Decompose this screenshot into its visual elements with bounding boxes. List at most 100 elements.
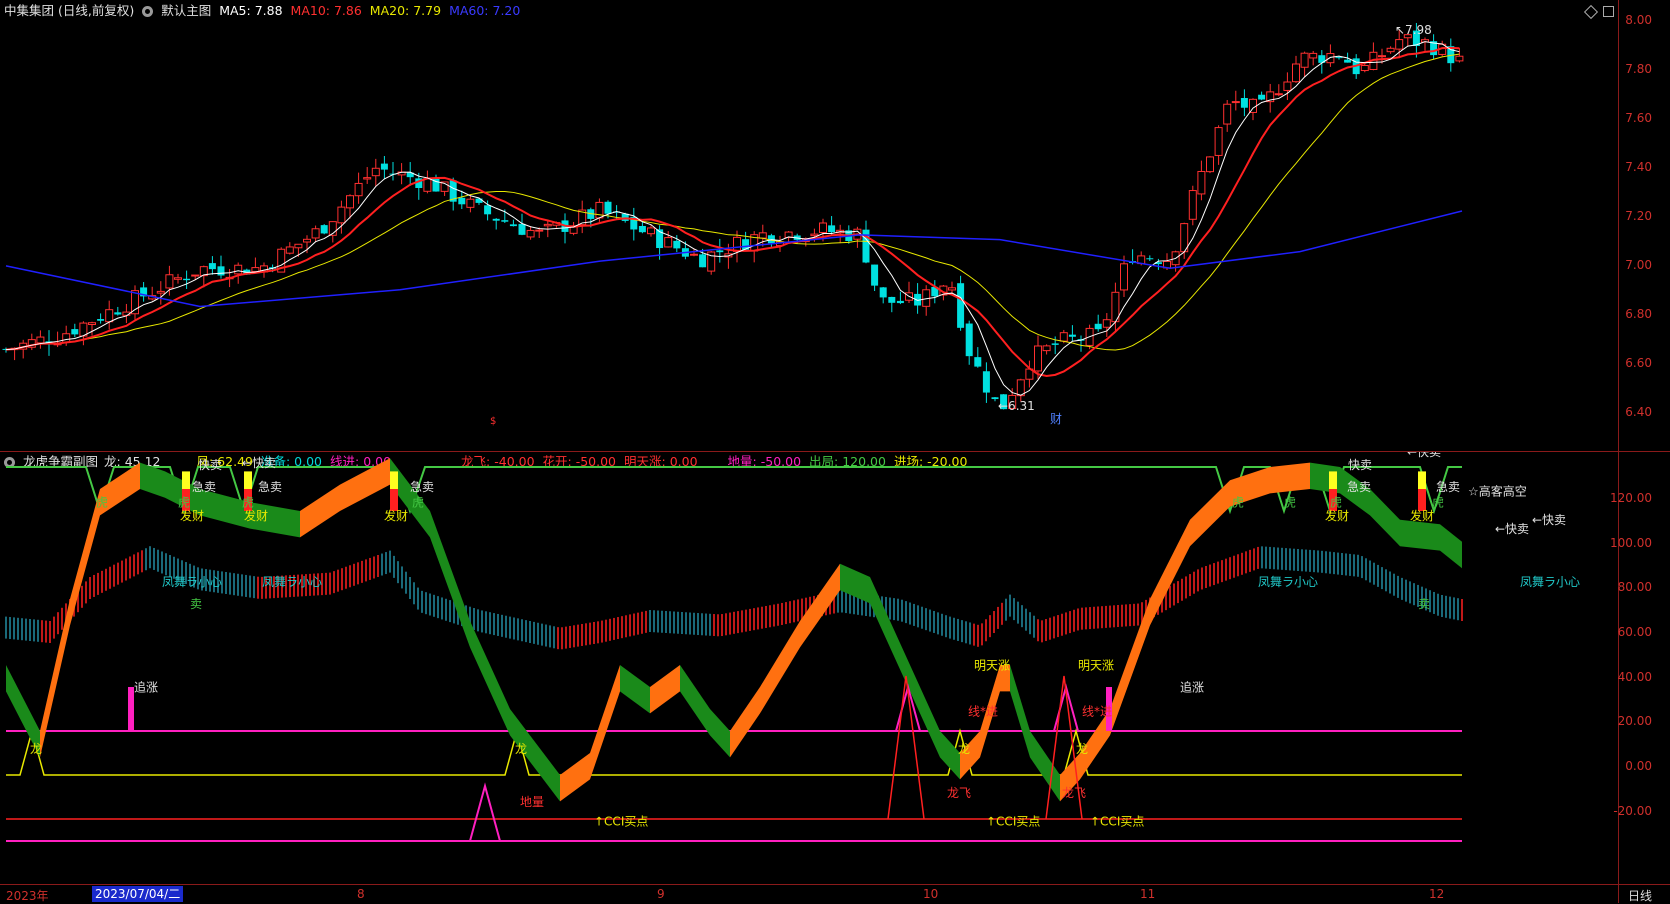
fast-ribbon-segment xyxy=(590,665,620,780)
candle-body-down xyxy=(97,319,105,321)
fast-ribbon-segment xyxy=(1370,489,1400,547)
fast-ribbon-segment xyxy=(730,687,760,758)
candle-body-up xyxy=(303,238,311,243)
price-tick: 6.80 xyxy=(1625,307,1652,321)
candle-body-up xyxy=(535,229,544,232)
candle-body-down xyxy=(492,218,500,221)
candle-body-down xyxy=(699,254,707,268)
zhuizhang-label: 追涨 xyxy=(134,679,158,694)
candle-body-up xyxy=(191,274,200,277)
candle-body-down xyxy=(957,283,965,328)
fast-ribbon-segment xyxy=(680,665,710,736)
cursor-date-box: 2023/07/04/二 xyxy=(92,886,184,902)
s-marker: $ xyxy=(490,416,496,427)
fast-ribbon-segment xyxy=(1010,665,1030,758)
candle-body-down xyxy=(518,223,526,235)
fengwu-label: 凤舞ラ小心 xyxy=(1258,575,1318,589)
candle-body-up xyxy=(311,228,320,239)
x-month-label: 8 xyxy=(357,887,365,901)
main-chart-svg[interactable]: ↖7.98 ←6.31 财 $ xyxy=(0,0,1618,451)
cci-buy-label: ↑CCI买点 xyxy=(986,815,1040,829)
candle-body-down xyxy=(1051,343,1059,345)
fast-ribbon-segment xyxy=(300,484,340,538)
candle-body-up xyxy=(690,253,698,256)
candle-body-down xyxy=(380,163,388,170)
fast-ribbon-segment xyxy=(710,709,730,758)
hu-label: 虎 xyxy=(1432,496,1444,510)
candle-body-up xyxy=(1214,127,1223,156)
fast-ribbon-segment xyxy=(470,621,510,736)
ma10-line xyxy=(5,46,1460,377)
candle-body-up xyxy=(948,287,956,291)
fast-ribbon-segment xyxy=(760,621,800,714)
fast-ribbon-segment xyxy=(430,511,470,648)
long-label: 龙 xyxy=(958,742,970,756)
candle-body-down xyxy=(1344,59,1352,63)
candle-body-down xyxy=(320,225,328,234)
candle-body-down xyxy=(879,287,887,298)
hu-label: 虎 xyxy=(96,496,108,510)
candle-body-down xyxy=(208,263,216,270)
candle-body-down xyxy=(1240,98,1248,108)
candle-body-down xyxy=(1335,57,1343,59)
high-price-annotation: ↖7.98 xyxy=(1395,23,1432,37)
fast-ribbon-segment xyxy=(560,753,590,802)
low-price-annotation: ←6.31 xyxy=(998,399,1035,413)
kuaimai-label: ←快卖 xyxy=(1495,522,1529,536)
hu-label: 虎 xyxy=(178,496,190,510)
candle-body-up xyxy=(1188,190,1197,220)
x-axis-border xyxy=(0,884,1670,885)
candle-body-up xyxy=(810,233,819,237)
long-label: 龙 xyxy=(1076,742,1088,756)
candle-body-up xyxy=(1283,81,1292,91)
fast-ribbon-segment xyxy=(1190,480,1230,547)
kuaimai-label: 快卖 xyxy=(1348,458,1372,472)
kuaimai-label: ←快卖 xyxy=(1532,513,1566,527)
candle-body-up xyxy=(165,274,174,289)
x-month-label: 11 xyxy=(1140,887,1156,901)
x-year-label: 2023年 xyxy=(6,889,49,903)
osc-tick: 0.00 xyxy=(1625,759,1652,773)
price-tick: 7.80 xyxy=(1625,62,1652,76)
candle-body-up xyxy=(1120,263,1128,291)
candle-body-down xyxy=(501,220,509,222)
candle-body-down xyxy=(871,264,879,286)
x-month-label: 9 xyxy=(657,887,665,901)
jimai-label: 急卖 xyxy=(258,479,282,494)
candle-body-up xyxy=(733,236,741,252)
candle-body-up xyxy=(1223,103,1232,125)
facai-label: 发财 xyxy=(244,508,268,523)
candle-body-up xyxy=(1231,101,1240,104)
fengwu-label: 凤舞ラ小心 xyxy=(1520,575,1580,589)
signal-bar-yellow xyxy=(182,471,190,489)
candle-body-down xyxy=(71,329,79,335)
long-label: 龙 xyxy=(30,742,42,756)
signal-bar-yellow xyxy=(1329,471,1337,489)
price-tick: 7.40 xyxy=(1625,160,1652,174)
candle-body-up xyxy=(466,198,475,208)
candle-body-down xyxy=(114,312,122,315)
candle-body-up xyxy=(156,290,165,294)
signal-bar-red xyxy=(1418,489,1426,511)
candle-body-up xyxy=(1326,53,1335,64)
facai-label: 发财 xyxy=(1325,508,1349,523)
candle-body-up xyxy=(105,309,114,323)
candle-body-up xyxy=(174,277,182,280)
sub-chart-svg[interactable]: 发财 发财 发财 发财 发财凤舞ラ小心 凤舞ラ小心 凤舞ラ小心 凤舞ラ小心卖 卖追涨 追涨 明天涨 明… xyxy=(0,452,1618,884)
fast-ribbon-segment xyxy=(870,577,900,670)
candle-body-down xyxy=(896,300,904,304)
period-label[interactable]: 日线 xyxy=(1628,887,1652,904)
ma5-line xyxy=(5,41,1460,396)
candle-body-down xyxy=(1068,334,1076,337)
candle-body-up xyxy=(285,246,294,254)
candle-body-up xyxy=(88,322,96,326)
candle-body-up xyxy=(1292,63,1300,83)
candle-body-up xyxy=(354,182,363,197)
candle-body-up xyxy=(1042,345,1051,352)
candle-body-down xyxy=(716,250,724,253)
price-tick: 6.60 xyxy=(1625,356,1652,370)
facai-label: 发财 xyxy=(384,508,408,523)
fast-ribbon-segment xyxy=(620,665,650,714)
candle-body-up xyxy=(758,232,767,239)
candle-body-up xyxy=(819,222,827,233)
